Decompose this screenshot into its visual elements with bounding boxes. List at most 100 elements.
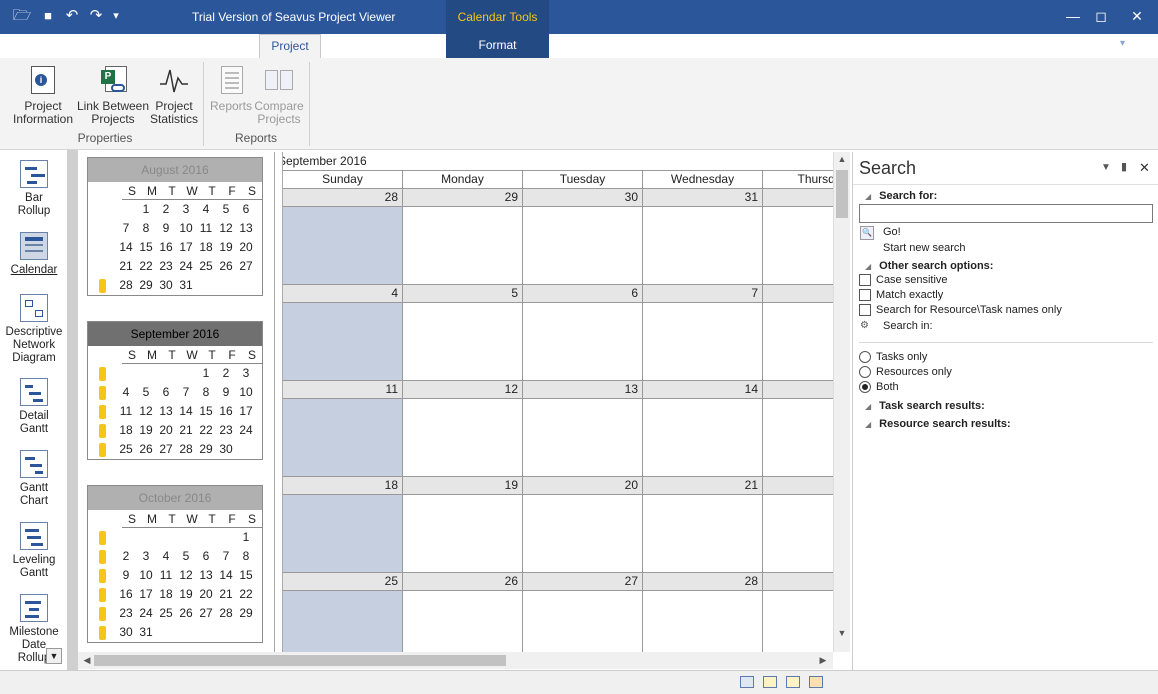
day-cell[interactable] <box>176 364 196 383</box>
vertical-scrollbar[interactable]: ▲ ▼ <box>833 152 850 652</box>
day-cell[interactable] <box>403 207 523 285</box>
day-cell[interactable]: 31 <box>136 623 156 642</box>
day-cell[interactable]: 2 <box>216 364 236 383</box>
tab-view[interactable]: View <box>328 34 368 58</box>
tab-format[interactable]: Format <box>446 34 549 58</box>
day-cell[interactable]: 21 <box>176 421 196 440</box>
day-cell[interactable]: 4 <box>196 200 216 219</box>
open-folder-icon[interactable]: 🗁 <box>12 6 32 26</box>
day-cell[interactable]: 30 <box>116 623 136 642</box>
day-cell[interactable] <box>763 303 833 381</box>
day-cell[interactable]: 16 <box>156 238 176 257</box>
day-cell[interactable]: 25 <box>116 440 136 459</box>
day-cell[interactable]: 18 <box>156 585 176 604</box>
mini-calendar[interactable]: October 2016 S M T W T F S 1 2 3 4 5 6 7 8 9 10 11 12 13 14 15… <box>87 485 263 643</box>
day-cell[interactable] <box>136 364 156 383</box>
close-icon[interactable]: ✕ <box>1122 4 1152 28</box>
scroll-up-icon[interactable]: ▲ <box>835 154 849 168</box>
case-sensitive-option[interactable]: Case sensitive <box>859 274 948 287</box>
scroll-left-icon[interactable]: ◀ <box>80 653 94 667</box>
day-cell[interactable] <box>283 399 403 477</box>
day-cell[interactable]: 31 <box>176 276 196 295</box>
day-cell[interactable] <box>403 303 523 381</box>
day-cell[interactable]: 14 <box>116 238 136 257</box>
vertical-scroll-thumb[interactable] <box>836 170 848 218</box>
panel-close-icon[interactable]: ✕ <box>1139 160 1150 176</box>
day-cell[interactable]: 8 <box>236 547 256 566</box>
day-cell[interactable]: 19 <box>216 238 236 257</box>
day-cell[interactable]: 6 <box>196 547 216 566</box>
mini-calendar[interactable]: August 2016 S M T W T F S 1 2 3 4 5 6 7 8 9 10 11 12 13 14 15 1… <box>87 157 263 296</box>
mini-calendar[interactable]: September 2016 S M T W T F S 1 2 3 4 5 6 7 8 9 10 11 12 13 14… <box>87 321 263 460</box>
day-cell[interactable]: 8 <box>196 383 216 402</box>
day-cell[interactable]: 13 <box>196 566 216 585</box>
day-cell[interactable] <box>283 303 403 381</box>
day-cell[interactable]: 16 <box>216 402 236 421</box>
match-exactly-option[interactable]: Match exactly <box>859 289 943 302</box>
day-cell[interactable] <box>156 528 176 547</box>
start-new-search-link[interactable]: Start new search <box>883 242 966 254</box>
day-cell[interactable] <box>643 207 763 285</box>
day-cell[interactable]: 15 <box>196 402 216 421</box>
scroll-right-icon[interactable]: ▶ <box>816 653 830 667</box>
tab-reports[interactable]: Reports <box>194 34 254 58</box>
day-cell[interactable] <box>763 207 833 285</box>
day-cell[interactable]: 27 <box>196 604 216 623</box>
view-leveling-gantt[interactable]: Leveling Gantt <box>2 522 66 580</box>
day-cell[interactable]: 14 <box>176 402 196 421</box>
day-cell[interactable]: 29 <box>196 440 216 459</box>
collapse-icon[interactable]: ◢ <box>865 402 871 411</box>
day-cell[interactable] <box>403 399 523 477</box>
tasks-only-option[interactable]: Tasks only <box>859 351 927 364</box>
day-cell[interactable]: 9 <box>216 383 236 402</box>
day-cell[interactable]: 17 <box>176 238 196 257</box>
match-exactly-checkbox[interactable] <box>859 289 871 302</box>
tasks-only-radio[interactable] <box>859 351 871 364</box>
day-cell[interactable] <box>403 591 523 652</box>
view-shortcut-resource-icon[interactable] <box>809 676 823 688</box>
day-cell[interactable]: 19 <box>136 421 156 440</box>
day-cell[interactable] <box>116 364 136 383</box>
day-cell[interactable]: 10 <box>236 383 256 402</box>
day-cell[interactable]: 10 <box>136 566 156 585</box>
view-detail-gantt[interactable]: Detail Gantt <box>2 378 66 436</box>
day-cell[interactable]: 2 <box>116 547 136 566</box>
day-cell[interactable]: 20 <box>236 238 256 257</box>
day-cell[interactable]: 12 <box>176 566 196 585</box>
day-cell[interactable] <box>136 528 156 547</box>
horizontal-scrollbar[interactable]: ◀ ▶ <box>78 652 833 669</box>
day-cell[interactable]: 6 <box>236 200 256 219</box>
day-cell[interactable]: 17 <box>236 402 256 421</box>
names-only-checkbox[interactable] <box>859 304 871 317</box>
day-cell[interactable]: 5 <box>216 200 236 219</box>
day-cell[interactable]: 9 <box>156 219 176 238</box>
day-cell[interactable]: 3 <box>136 547 156 566</box>
day-cell[interactable]: 12 <box>136 402 156 421</box>
collapse-icon[interactable]: ◢ <box>865 192 871 201</box>
day-cell[interactable]: 3 <box>236 364 256 383</box>
day-cell[interactable]: 1 <box>236 528 256 547</box>
day-cell[interactable]: 23 <box>116 604 136 623</box>
day-cell[interactable]: 19 <box>176 585 196 604</box>
day-cell[interactable]: 26 <box>176 604 196 623</box>
day-cell[interactable] <box>216 276 236 295</box>
day-cell[interactable]: 24 <box>176 257 196 276</box>
day-cell[interactable]: 7 <box>216 547 236 566</box>
day-cell[interactable]: 6 <box>156 383 176 402</box>
day-cell[interactable] <box>283 207 403 285</box>
redo-icon[interactable]: ↷ <box>86 6 106 26</box>
view-shortcut-task-usage-icon[interactable] <box>786 676 800 688</box>
day-cell[interactable]: 26 <box>136 440 156 459</box>
day-cell[interactable] <box>156 364 176 383</box>
tab-resource[interactable]: Resource <box>118 34 184 58</box>
day-cell[interactable]: 21 <box>216 585 236 604</box>
day-cell[interactable] <box>523 495 643 573</box>
day-cell[interactable]: 21 <box>116 257 136 276</box>
project-information-button[interactable]: i Project Information <box>10 64 76 126</box>
view-calendar[interactable]: Calendar <box>2 232 66 277</box>
customize-toolbar-icon[interactable]: ▾ <box>106 6 126 26</box>
day-cell[interactable] <box>283 591 403 652</box>
day-cell[interactable] <box>216 623 236 642</box>
day-cell[interactable]: 17 <box>136 585 156 604</box>
day-cell[interactable]: 28 <box>216 604 236 623</box>
